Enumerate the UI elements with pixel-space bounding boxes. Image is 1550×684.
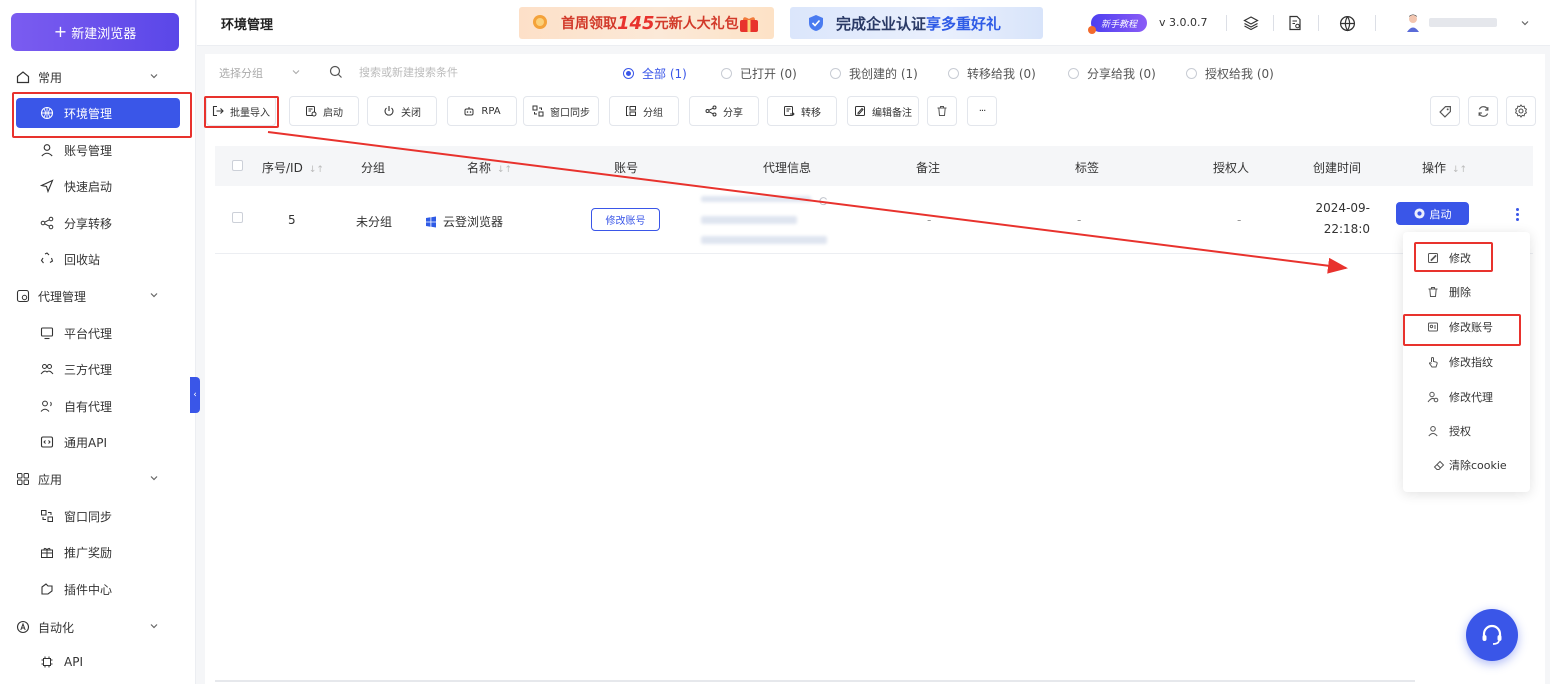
menu-item-label: 修改 bbox=[1449, 252, 1471, 265]
menu-item-label: 清除cookie bbox=[1449, 459, 1507, 472]
menu-item-edit-account[interactable]: 修改账号 bbox=[1403, 312, 1530, 342]
menu-item-label: 授权 bbox=[1449, 425, 1471, 438]
edit-icon bbox=[1428, 253, 1438, 263]
menu-item-authorize[interactable]: 授权 bbox=[1403, 416, 1530, 446]
account-card-icon bbox=[1428, 322, 1438, 332]
menu-item-label: 修改账号 bbox=[1449, 321, 1493, 334]
menu-item-delete[interactable]: 删除 bbox=[1403, 277, 1530, 307]
menu-item-edit-fingerprint[interactable]: 修改指纹 bbox=[1403, 347, 1530, 377]
menu-item-edit-proxy[interactable]: 修改代理 bbox=[1403, 382, 1530, 412]
annotation-arrow bbox=[267, 131, 1348, 274]
hand-pointer-icon bbox=[1428, 357, 1438, 368]
menu-item-edit[interactable]: 修改 bbox=[1403, 243, 1530, 273]
user-icon bbox=[1428, 426, 1438, 437]
menu-item-label: 修改指纹 bbox=[1449, 356, 1493, 369]
user-settings-icon bbox=[1427, 391, 1439, 403]
annotation-line bbox=[267, 131, 1348, 274]
menu-item-label: 修改代理 bbox=[1449, 391, 1493, 404]
customer-support-button[interactable] bbox=[1466, 609, 1518, 661]
row-actions-dropdown: 修改 删除 修改账号 修改指纹 修改代理 授权 清除cookie bbox=[1403, 232, 1530, 492]
eraser-icon bbox=[1433, 460, 1445, 470]
headset-icon bbox=[1482, 624, 1502, 645]
menu-item-clear-cookie[interactable]: 清除cookie bbox=[1403, 450, 1530, 480]
menu-item-label: 删除 bbox=[1449, 286, 1471, 299]
trash-icon bbox=[1428, 287, 1438, 297]
